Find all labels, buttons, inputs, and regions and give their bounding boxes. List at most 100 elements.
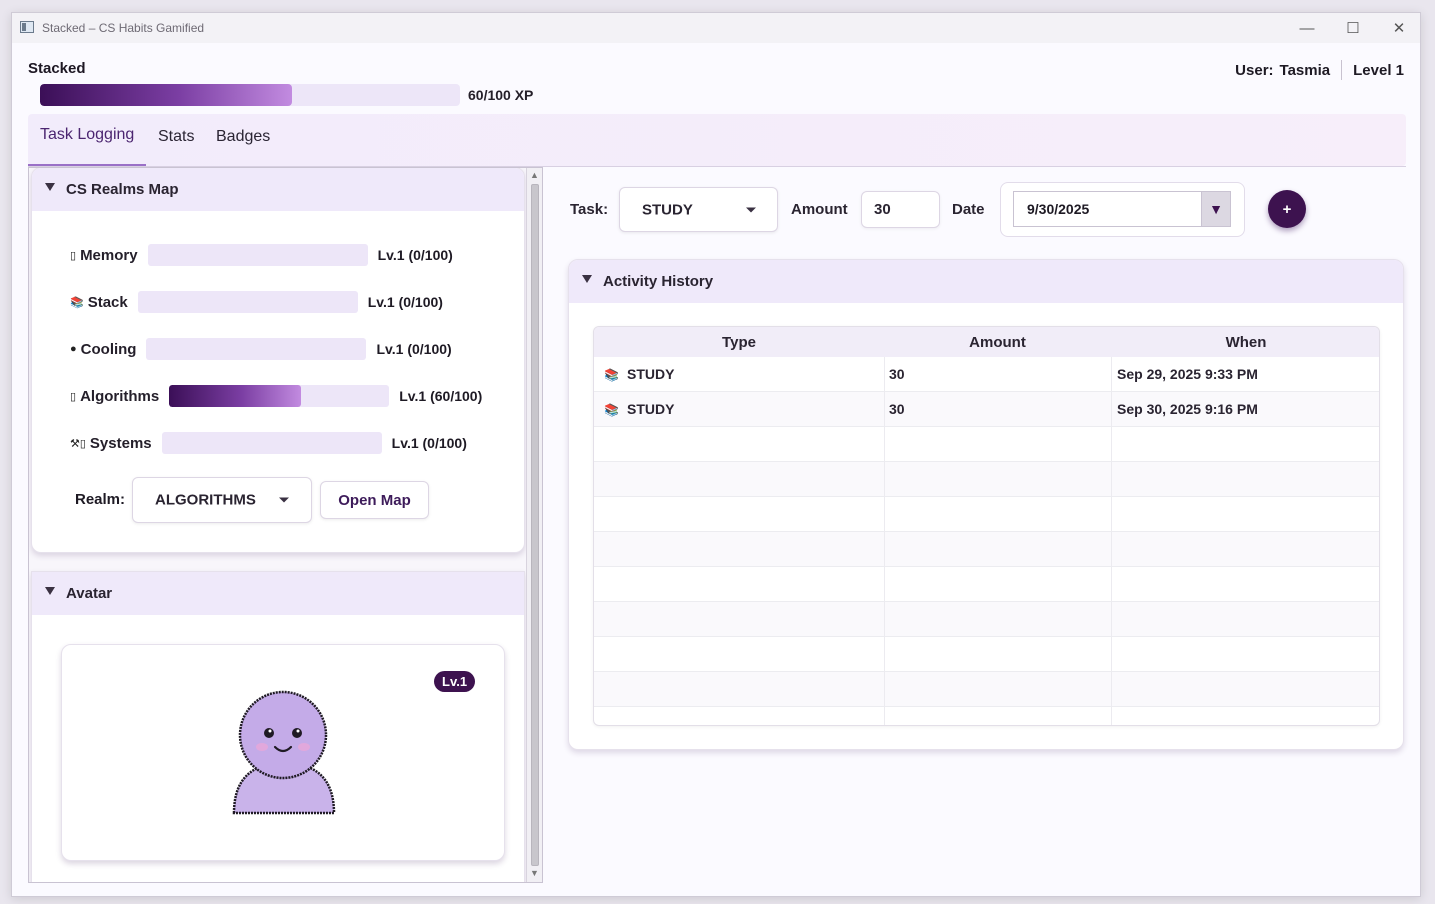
- xp-progress-fill: [40, 84, 292, 106]
- table-row-empty: [594, 602, 1379, 637]
- realm-progress-bar: [137, 291, 358, 313]
- table-header: Type Amount When: [594, 327, 1379, 357]
- open-map-button[interactable]: Open Map: [320, 481, 429, 519]
- left-scroll-panel: CS Realms Map ▯ Memory Lv.1 (0/100) 📚 St…: [28, 167, 543, 883]
- realm-select[interactable]: ALGORITHMS: [132, 477, 312, 523]
- task-label: Task:: [570, 201, 609, 218]
- app-icon: [20, 21, 34, 33]
- avatar-card: Avatar Lv.1: [31, 571, 525, 882]
- avatar-header[interactable]: Avatar: [32, 572, 524, 615]
- books-icon: 📚: [604, 403, 619, 417]
- table-row-empty: [594, 672, 1379, 707]
- divider: [1341, 60, 1343, 80]
- xp-progress-bar: [40, 84, 460, 106]
- algorithm-icon: ▯: [70, 390, 77, 403]
- date-input[interactable]: 9/30/2025: [1013, 191, 1201, 227]
- column-header-amount[interactable]: Amount: [884, 334, 1111, 351]
- realm-progress-fill: [169, 385, 302, 407]
- calendar-dropdown-button[interactable]: ▼: [1201, 191, 1231, 227]
- row-type: STUDY: [627, 366, 675, 382]
- title-bar: Stacked – CS Habits Gamified — ☐ ✕: [12, 13, 1420, 43]
- add-task-button[interactable]: +: [1268, 190, 1306, 228]
- row-amount: 30: [889, 366, 905, 382]
- task-select[interactable]: STUDY: [619, 187, 778, 232]
- avatar-title: Avatar: [66, 585, 113, 602]
- table-row-empty: [594, 427, 1379, 462]
- realm-row-memory: ▯ Memory Lv.1 (0/100): [70, 243, 453, 267]
- level-badge: Lv.1: [434, 671, 476, 692]
- xp-text: 60/100 XP: [468, 87, 534, 103]
- realm-level-text: Lv.1 (0/100): [376, 341, 452, 357]
- droplet-icon: ●: [70, 343, 77, 355]
- vertical-scrollbar[interactable]: ▲ ▼: [526, 168, 542, 882]
- realm-row-systems: ⚒▯ Systems Lv.1 (0/100): [70, 431, 467, 455]
- date-picker: 9/30/2025 ▼: [1000, 182, 1245, 237]
- scroll-up-icon[interactable]: ▲: [530, 170, 539, 180]
- scrollbar-thumb[interactable]: [531, 184, 539, 866]
- realms-map-card: CS Realms Map ▯ Memory Lv.1 (0/100) 📚 St…: [31, 168, 525, 553]
- table-row[interactable]: 📚 STUDY 30 Sep 29, 2025 9:33 PM: [594, 357, 1379, 392]
- realm-level-text: Lv.1 (0/100): [391, 435, 467, 451]
- app-window: Stacked – CS Habits Gamified — ☐ ✕ Stack…: [11, 12, 1421, 897]
- user-name: Tasmia: [1279, 61, 1331, 79]
- realm-name: Memory: [80, 246, 138, 264]
- table-row-empty: [594, 532, 1379, 567]
- close-button[interactable]: ✕: [1376, 13, 1420, 43]
- tab-badges[interactable]: Badges: [216, 128, 270, 146]
- realm-select-value: ALGORITHMS: [155, 491, 256, 509]
- memory-icon: ▯: [70, 249, 77, 262]
- realm-name: Cooling: [80, 340, 137, 358]
- activity-history-header[interactable]: Activity History: [569, 260, 1403, 303]
- collapse-triangle-icon: [45, 183, 55, 191]
- avatar-character-icon: [232, 690, 336, 815]
- realm-row-stack: 📚 Stack Lv.1 (0/100): [70, 290, 443, 314]
- user-level: Level 1: [1353, 61, 1404, 79]
- column-divider: [1111, 357, 1112, 725]
- realm-progress-bar: [147, 244, 368, 266]
- table-row-empty: [594, 462, 1379, 497]
- tab-bar: Task Logging Stats Badges: [28, 114, 1406, 167]
- column-header-when[interactable]: When: [1111, 334, 1379, 351]
- amount-input[interactable]: 30: [861, 191, 940, 228]
- minimize-button[interactable]: —: [1284, 13, 1330, 43]
- realm-progress-bar: [169, 385, 390, 407]
- user-label: User:: [1235, 61, 1274, 79]
- tab-task-logging[interactable]: Task Logging: [40, 126, 134, 144]
- row-when: Sep 29, 2025 9:33 PM: [1117, 366, 1258, 382]
- table-row-empty: [594, 497, 1379, 532]
- activity-history-card: Activity History Type Amount When 📚 STUD…: [568, 259, 1404, 750]
- table-row-empty: [594, 567, 1379, 602]
- chevron-down-icon: [746, 207, 756, 212]
- realm-row-algorithms: ▯ Algorithms Lv.1 (60/100): [70, 384, 482, 408]
- realms-map-header[interactable]: CS Realms Map: [32, 168, 524, 211]
- window-title: Stacked – CS Habits Gamified: [42, 21, 205, 35]
- realm-level-text: Lv.1 (0/100): [377, 247, 453, 263]
- maximize-button[interactable]: ☐: [1330, 13, 1376, 43]
- realm-name: Algorithms: [80, 387, 160, 405]
- realm-level-text: Lv.1 (0/100): [367, 294, 443, 310]
- tab-stats[interactable]: Stats: [158, 128, 194, 146]
- chevron-down-icon: [279, 497, 289, 503]
- app-name: Stacked: [28, 60, 86, 77]
- realm-progress-bar: [161, 432, 382, 454]
- column-header-type[interactable]: Type: [594, 334, 884, 351]
- table-row[interactable]: 📚 STUDY 30 Sep 30, 2025 9:16 PM: [594, 392, 1379, 427]
- realm-name: Systems: [89, 434, 152, 452]
- realm-progress-bar: [146, 338, 367, 360]
- row-type: STUDY: [627, 401, 675, 417]
- books-icon: 📚: [604, 368, 619, 382]
- realm-level-text: Lv.1 (60/100): [399, 388, 483, 404]
- collapse-triangle-icon: [582, 275, 592, 283]
- table-row-empty: [594, 637, 1379, 672]
- collapse-triangle-icon: [45, 587, 55, 595]
- scroll-down-icon[interactable]: ▼: [530, 868, 539, 878]
- realm-row-cooling: ● Cooling Lv.1 (0/100): [70, 337, 452, 361]
- date-label: Date: [952, 201, 985, 218]
- user-info: User: Tasmia Level 1: [1235, 60, 1404, 80]
- task-select-value: STUDY: [642, 201, 693, 218]
- activity-table: Type Amount When 📚 STUDY 30 Sep 29, 2025…: [593, 326, 1380, 726]
- column-divider: [884, 357, 885, 725]
- tools-icon: ⚒▯: [70, 437, 86, 450]
- activity-history-title: Activity History: [603, 273, 714, 290]
- amount-label: Amount: [791, 201, 848, 218]
